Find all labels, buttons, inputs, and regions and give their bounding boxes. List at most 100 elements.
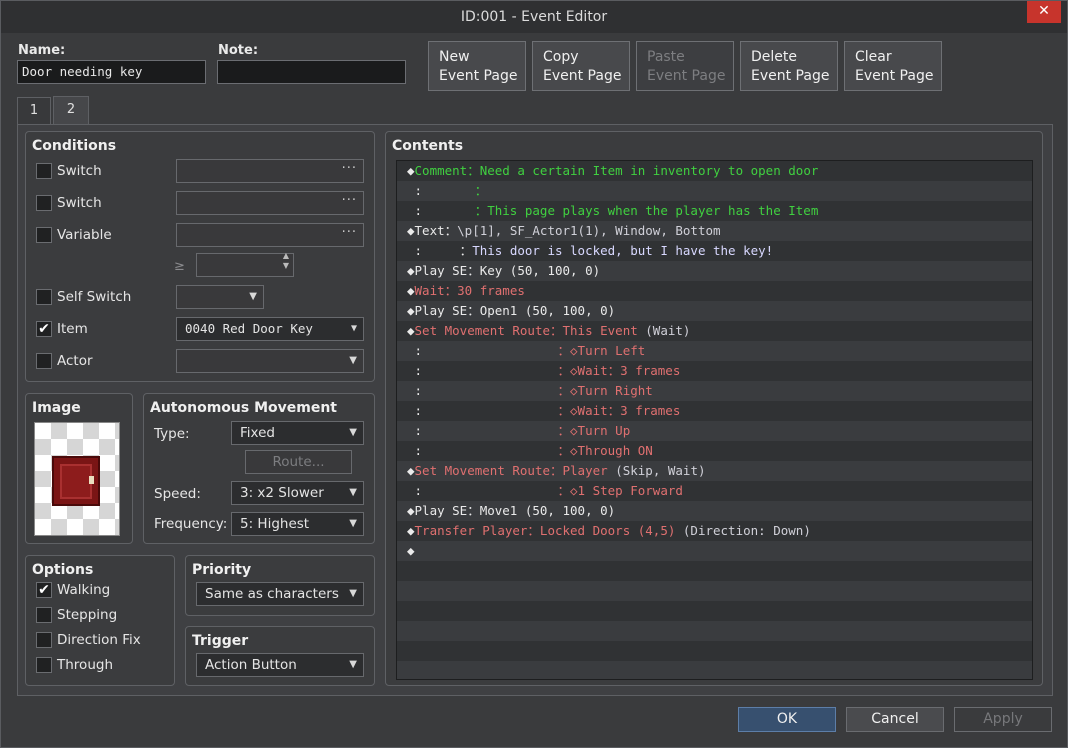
name-field[interactable]: Door needing key xyxy=(17,60,206,84)
name-label: Name: xyxy=(18,43,66,58)
paste-event-page-button[interactable]: Paste Event Page xyxy=(636,41,734,91)
ok-button[interactable]: OK xyxy=(738,707,836,732)
contents-title: Contents xyxy=(392,138,464,154)
actor-label: Actor xyxy=(57,353,93,369)
trigger-title: Trigger xyxy=(192,633,249,649)
command-text: Set Movement Route：Player xyxy=(414,463,616,478)
cancel-button[interactable]: Cancel xyxy=(846,707,944,732)
variable-checkbox[interactable] xyxy=(36,227,52,243)
command-row[interactable]: ◆Play SE：Open1 (50, 100, 0) xyxy=(397,301,1032,321)
direction-fix-checkbox[interactable] xyxy=(36,632,52,648)
command-row[interactable]: : ：◇Turn Right xyxy=(397,381,1032,401)
type-select[interactable]: Fixed ▼ xyxy=(231,421,364,445)
command-row[interactable]: : ：This door is locked, but I have the k… xyxy=(397,241,1032,261)
apply-button[interactable]: Apply xyxy=(954,707,1052,732)
command-row[interactable]: : ：◇Wait：3 frames xyxy=(397,401,1032,421)
speed-label: Speed: xyxy=(154,486,201,502)
command-text: ：◇ xyxy=(557,403,578,418)
speed-select[interactable]: 3: x2 Slower ▼ xyxy=(231,481,364,505)
command-text: ：◇1 Step Forward xyxy=(557,483,683,498)
command-text: ◆ xyxy=(407,163,415,178)
chevron-down-icon: ▼ xyxy=(349,518,357,529)
command-row[interactable]: ◆Text：\p[1], SF_Actor1(1), Window, Botto… xyxy=(397,221,1032,241)
switch2-label: Switch xyxy=(57,195,102,211)
switch1-checkbox[interactable] xyxy=(36,163,52,179)
self-switch-checkbox[interactable] xyxy=(36,289,52,305)
image-title: Image xyxy=(32,400,81,416)
actor-checkbox[interactable] xyxy=(36,353,52,369)
copy-event-page-button[interactable]: Copy Event Page xyxy=(532,41,630,91)
actor-select[interactable]: ▼ xyxy=(176,349,364,373)
command-text: (Skip, Wait) xyxy=(615,463,706,478)
command-row[interactable] xyxy=(397,621,1032,641)
frequency-select[interactable]: 5: Highest ▼ xyxy=(231,512,364,536)
new-event-page-button[interactable]: New Event Page xyxy=(428,41,526,91)
trigger-select[interactable]: Action Button ▼ xyxy=(196,653,364,677)
image-panel: Image xyxy=(25,393,133,544)
command-row[interactable] xyxy=(397,601,1032,621)
command-row[interactable]: ◆Set Movement Route：Player (Skip, Wait) xyxy=(397,461,1032,481)
command-row[interactable]: : ：This page plays when the player has t… xyxy=(397,201,1032,221)
command-text: Wait：3 frames xyxy=(577,403,681,418)
variable-value-spinner[interactable]: ▲ ▼ xyxy=(196,251,294,277)
event-command-list[interactable]: ◆Comment：Need a certain Item in inventor… xyxy=(396,160,1033,680)
command-row[interactable]: : ：◇Turn Up xyxy=(397,421,1032,441)
command-text: ◆Play SE：Move1 (50, 100, 0) xyxy=(407,503,616,518)
command-text: ：◇Through ON xyxy=(557,443,653,458)
command-row[interactable] xyxy=(397,641,1032,661)
door-sprite xyxy=(52,456,100,506)
self-switch-select[interactable]: ▼ xyxy=(176,285,264,309)
item-checkbox[interactable]: ✔ xyxy=(36,321,52,337)
stepping-checkbox[interactable] xyxy=(36,607,52,623)
close-icon[interactable]: ✕ xyxy=(1027,1,1061,23)
greater-equal-symbol: ≥ xyxy=(174,259,185,274)
command-row[interactable]: ◆Comment：Need a certain Item in inventor… xyxy=(397,161,1032,181)
command-row[interactable]: ◆Play SE：Move1 (50, 100, 0) xyxy=(397,501,1032,521)
chevron-down-icon: ▼ xyxy=(349,588,357,599)
command-row[interactable] xyxy=(397,561,1032,581)
tab-page-2[interactable]: 2 xyxy=(53,96,89,125)
command-text: Transfer Player：Locked Doors (4,5) xyxy=(414,523,683,538)
variable-selector[interactable]: ··· xyxy=(176,223,364,247)
command-row[interactable]: : ： xyxy=(397,181,1032,201)
command-row[interactable]: ◆Play SE：Key (50, 100, 0) xyxy=(397,261,1032,281)
delete-event-page-button[interactable]: Delete Event Page xyxy=(740,41,838,91)
speed-value: 3: x2 Slower xyxy=(240,485,324,501)
chevron-down-icon: ▼ xyxy=(350,323,357,334)
clear-event-page-button[interactable]: Clear Event Page xyxy=(844,41,942,91)
command-text: ◆Text： xyxy=(407,223,458,238)
command-text: (Direction: Down) xyxy=(682,523,811,538)
command-row[interactable] xyxy=(397,661,1032,679)
command-row[interactable] xyxy=(397,581,1032,601)
command-row[interactable]: : ：◇1 Step Forward xyxy=(397,481,1032,501)
command-row[interactable]: ◆Wait：30 frames xyxy=(397,281,1032,301)
command-row[interactable]: ◆Set Movement Route：This Event (Wait) xyxy=(397,321,1032,341)
switch2-checkbox[interactable] xyxy=(36,195,52,211)
event-image-preview[interactable] xyxy=(34,422,120,536)
tab-page-1[interactable]: 1 xyxy=(17,97,51,124)
command-row[interactable]: : ：◇Turn Left xyxy=(397,341,1032,361)
button-line1: Paste xyxy=(647,49,685,65)
switch2-selector[interactable]: ··· xyxy=(176,191,364,215)
priority-select[interactable]: Same as characters ▼ xyxy=(196,582,364,606)
command-text: ◆ xyxy=(407,543,415,558)
through-checkbox[interactable] xyxy=(36,657,52,673)
command-text: ：◇ xyxy=(557,363,578,378)
command-row[interactable]: : ：◇Wait：3 frames xyxy=(397,361,1032,381)
walking-checkbox[interactable]: ✔ xyxy=(36,582,52,598)
route-button[interactable]: Route... xyxy=(245,450,352,474)
command-text: ： xyxy=(474,183,488,198)
command-row[interactable]: ◆Transfer Player：Locked Doors (4,5) (Dir… xyxy=(397,521,1032,541)
command-text: ◆Play SE：Key (50, 100, 0) xyxy=(407,263,601,278)
switch1-selector[interactable]: ··· xyxy=(176,159,364,183)
command-row[interactable]: : ：◇Through ON xyxy=(397,441,1032,461)
note-field[interactable] xyxy=(217,60,406,84)
window-title: ID:001 - Event Editor xyxy=(460,9,608,25)
item-select[interactable]: 0040 Red Door Key ▼ xyxy=(176,317,364,341)
direction-fix-label: Direction Fix xyxy=(57,632,141,648)
command-row[interactable]: ◆ xyxy=(397,541,1032,561)
spinner-arrows-icon[interactable]: ▲ ▼ xyxy=(283,251,289,271)
title-bar: ID:001 - Event Editor xyxy=(1,1,1067,33)
conditions-title: Conditions xyxy=(32,138,117,154)
switch1-label: Switch xyxy=(57,163,102,179)
